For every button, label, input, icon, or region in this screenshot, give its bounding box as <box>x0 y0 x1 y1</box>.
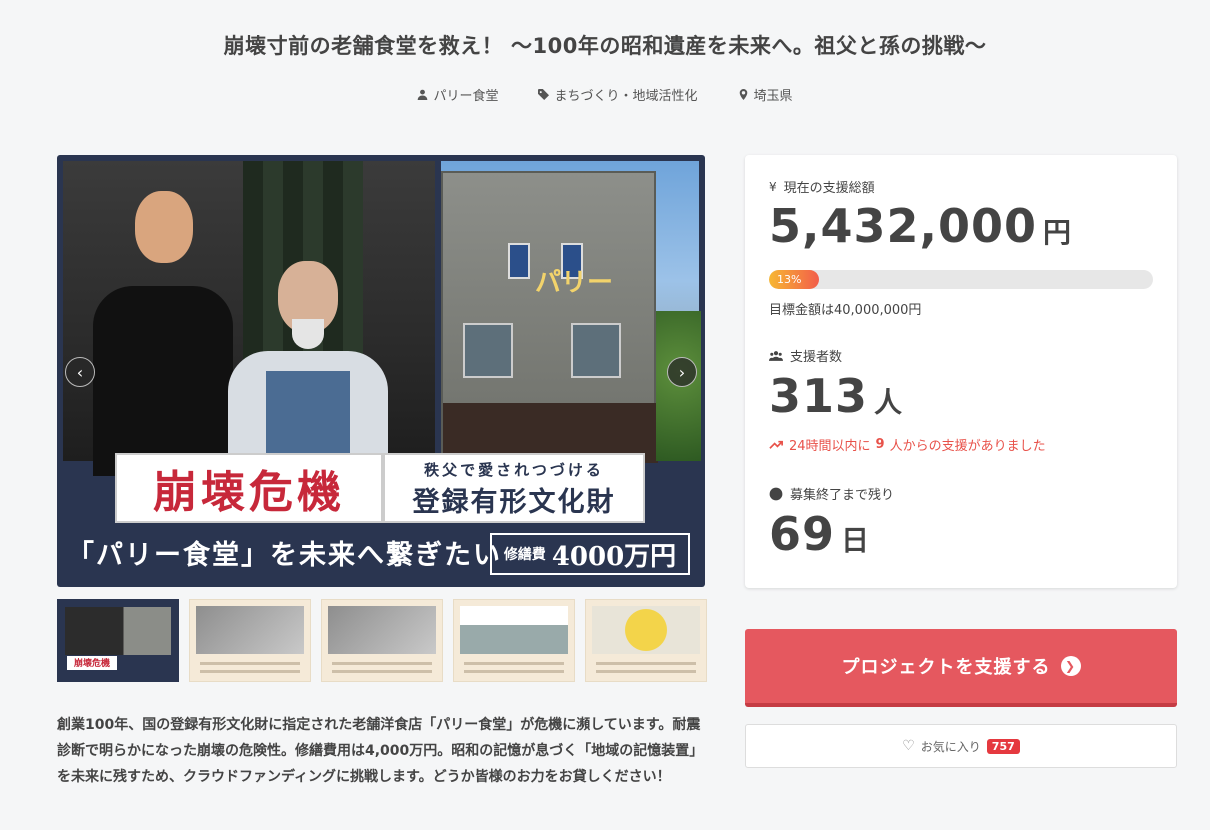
clock-icon <box>769 487 783 500</box>
backers-label-text: 支援者数 <box>790 350 843 365</box>
hero-cost-label: 修繕費 <box>503 547 546 563</box>
page-title: 崩壊寸前の老舗食堂を救え！ ～100年の昭和遺産を未来へ。祖父と孫の挑戦～ <box>223 34 987 58</box>
recent-count: 9 <box>875 437 885 452</box>
progress-bar: 13% <box>769 270 1153 289</box>
remaining-label: 募集終了まで残り <box>769 484 894 503</box>
hero-cost-value: 4000万円 <box>551 541 677 572</box>
project-meta: パリー食堂 まちづくり・地域活性化 埼玉県 <box>0 85 1210 104</box>
hero-carousel[interactable]: パリー 崩壊危機 秩父で愛されつづける 登録有形文化財 「パリー食堂」を未来へ繋… <box>57 155 705 587</box>
thumbnail-5[interactable] <box>585 599 707 682</box>
remaining-label-text: 募集終了まで残り <box>790 488 895 503</box>
tag-icon <box>538 89 550 100</box>
owner-link[interactable]: パリー食堂 <box>417 85 498 104</box>
building-facade: パリー <box>441 171 658 463</box>
hero-cost-box: 修繕費 4000万円 <box>490 533 690 575</box>
thumbnail-2[interactable] <box>189 599 311 682</box>
favorite-label: お気に入り <box>920 739 981 754</box>
hero-photo-building: パリー <box>441 161 701 463</box>
funded-amount: 5,432,000 円 <box>769 199 1071 253</box>
support-project-button[interactable]: プロジェクトを支援する ❯ <box>745 629 1177 707</box>
support-button-label: プロジェクトを支援する <box>841 657 1051 678</box>
owner-name: パリー食堂 <box>433 89 499 104</box>
hero-tagline: 「パリー食堂」を未来へ繋ぎたい <box>67 540 502 571</box>
chevron-right-icon: › <box>678 362 686 382</box>
category-link[interactable]: まちづくり・地域活性化 <box>538 85 698 104</box>
user-icon <box>418 89 428 100</box>
goal-amount: 目標金額は40,000,000円 <box>769 303 922 318</box>
thumbnail-4[interactable] <box>453 599 575 682</box>
progress-fill: 13% <box>769 270 819 289</box>
thumbnail-1[interactable]: 崩壊危機 <box>57 599 179 682</box>
thumbnail-3[interactable] <box>321 599 443 682</box>
funded-unit: 円 <box>1043 216 1072 249</box>
progress-label: 13% <box>777 273 802 286</box>
recent-support-notice: 24時間以内に 9 人からの支援がありました <box>769 435 1046 454</box>
funded-label-text: 現在の支援総額 <box>783 181 875 196</box>
hero-sub-text: 秩父で愛されつづける <box>424 461 604 479</box>
backers-unit: 人 <box>874 386 903 419</box>
thumbnail-caption: 崩壊危機 <box>67 656 117 670</box>
backers-count: 313 人 <box>769 369 902 423</box>
hero-crisis-text: 崩壊危機 <box>115 453 383 523</box>
favorite-button[interactable]: ♡ お気に入り 757 <box>745 724 1177 768</box>
hero-heritage-box: 秩父で愛されつづける 登録有形文化財 <box>383 453 645 523</box>
heart-icon: ♡ <box>902 738 915 754</box>
chevron-left-icon: ‹ <box>76 362 84 382</box>
chevron-right-circle-icon: ❯ <box>1060 656 1081 676</box>
map-pin-icon <box>739 89 747 100</box>
project-description: 創業100年、国の登録有形文化財に指定された老舗洋食店「パリー食堂」が危機に瀕し… <box>57 717 704 785</box>
funded-label: ¥ 現在の支援総額 <box>769 177 875 197</box>
grandson-figure <box>93 191 233 476</box>
stats-card: ¥ 現在の支援総額 5,432,000 円 13% 目標金額は40,000,00… <box>745 155 1177 588</box>
location-link[interactable]: 埼玉県 <box>738 85 793 104</box>
hero-photo-owners <box>63 161 435 491</box>
remaining-days: 69 日 <box>769 507 869 561</box>
category-name: まちづくり・地域活性化 <box>554 89 698 104</box>
users-icon <box>769 350 783 361</box>
favorite-count-badge: 757 <box>986 738 1020 754</box>
hero-heritage-text: 登録有形文化財 <box>412 487 616 518</box>
recent-suffix: 人からの支援がありました <box>889 439 1046 454</box>
recent-prefix: 24時間以内に <box>789 439 871 454</box>
location-name: 埼玉県 <box>753 89 793 104</box>
backers-value: 313 <box>769 369 869 423</box>
carousel-next-button[interactable]: › <box>667 357 697 387</box>
carousel-prev-button[interactable]: ‹ <box>65 357 95 387</box>
backers-label: 支援者数 <box>769 346 842 365</box>
funded-value: 5,432,000 <box>769 199 1037 253</box>
remaining-value: 69 <box>769 507 836 561</box>
yen-icon: ¥ <box>769 179 777 194</box>
trending-up-icon <box>769 440 783 449</box>
remaining-unit: 日 <box>841 524 870 557</box>
building-sign: パリー <box>535 268 614 298</box>
grandfather-figure <box>228 261 388 491</box>
thumbnail-strip: 崩壊危機 <box>57 599 707 682</box>
